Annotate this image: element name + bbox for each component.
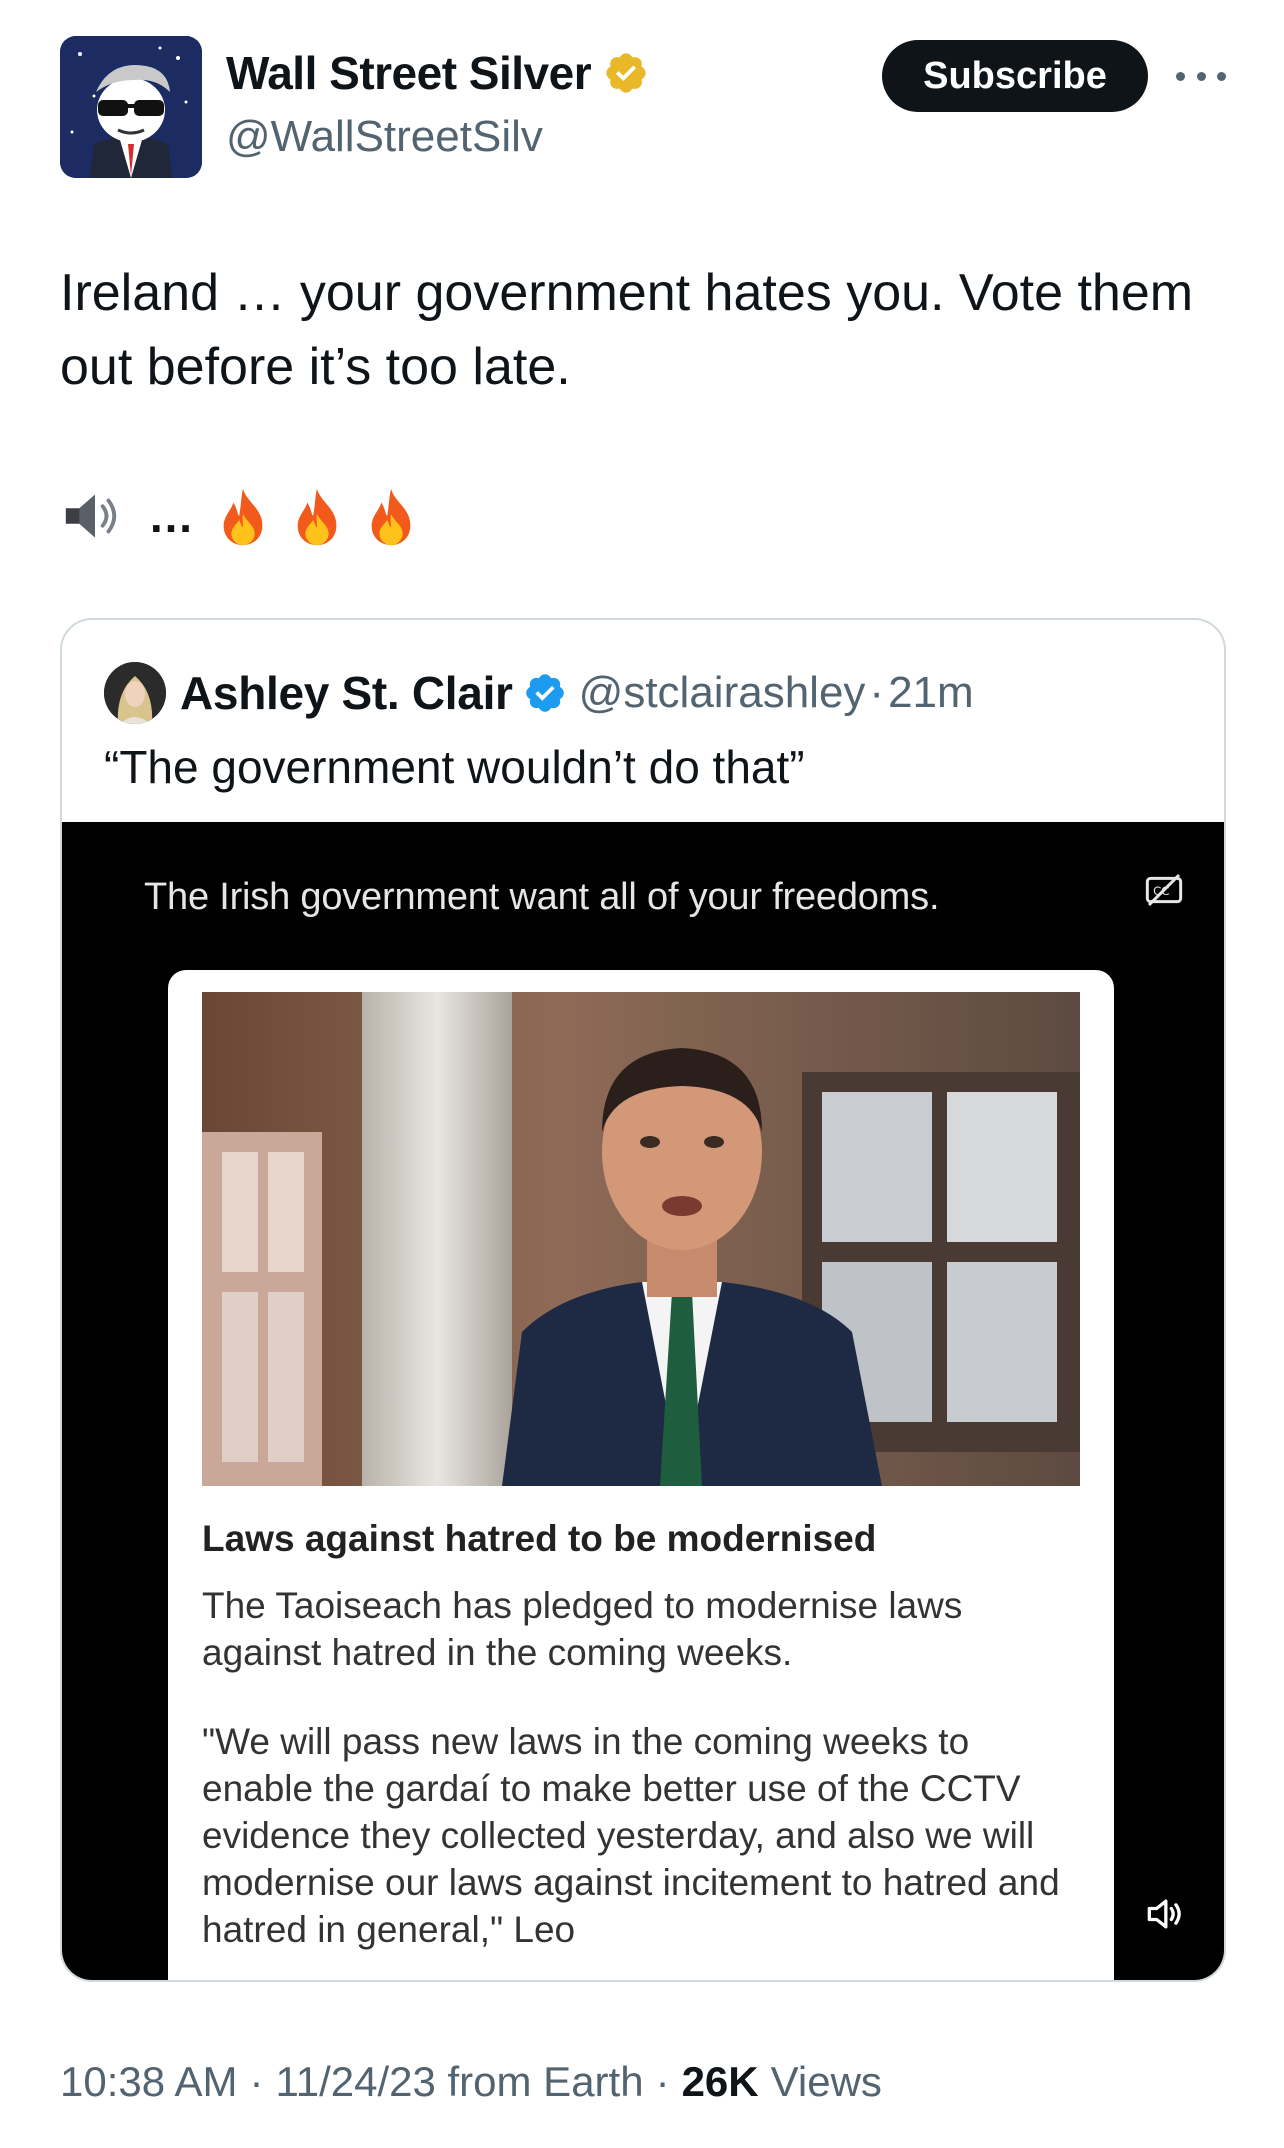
video-caption: The Irish government want all of your fr… (144, 876, 940, 918)
tweet-text: Ireland … your government hates you. Vot… (60, 264, 1194, 396)
author-name-row[interactable]: Wall Street Silver (226, 46, 649, 100)
tweet-metadata: 10:38 AM · 11/24/23 from Earth · 26K Vie… (60, 2058, 882, 2106)
verified-badge-blue-icon (525, 674, 564, 712)
tweet-header: Wall Street Silver @WallStreetSilv Subsc… (0, 0, 1284, 200)
article-paragraph: "We will pass new laws in the coming wee… (202, 1721, 1060, 1950)
quoted-author-handle[interactable]: @stclairashley·21m (579, 668, 974, 718)
article-title: Laws against hatred to be modernised (202, 1518, 877, 1559)
author-display-name[interactable]: Wall Street Silver (226, 46, 592, 100)
article-body: The Taoiseach has pledged to modernise l… (202, 1582, 1082, 1980)
author-handle[interactable]: @WallStreetSilv (226, 112, 543, 162)
quoted-author-avatar[interactable] (104, 662, 166, 724)
captions-off-icon[interactable]: CC (1144, 870, 1184, 910)
news-article-card: Laws against hatred to be modernised The… (168, 970, 1114, 1980)
speaker-emoji-icon (65, 494, 117, 538)
subscribe-button[interactable]: Subscribe (882, 40, 1148, 112)
video-player[interactable]: The Irish government want all of your fr… (62, 822, 1224, 1980)
separator-dot: · (655, 2058, 670, 2105)
emoji-ellipsis: … (148, 490, 194, 542)
views-label: Views (770, 2058, 882, 2105)
author-avatar[interactable] (60, 36, 202, 178)
verified-badge-gold-icon (606, 53, 646, 93)
fire-emoji-icon (371, 488, 411, 546)
tweet-emoji-line: … (60, 480, 434, 552)
more-options-icon[interactable] (1176, 56, 1226, 96)
quoted-tweet-text: “The government wouldn’t do that” (104, 741, 805, 793)
fire-emoji-icon (297, 488, 337, 546)
quoted-tweet[interactable]: Ashley St. Clair @stclairashley·21m “The… (60, 618, 1226, 1982)
article-paragraph: The Taoiseach has pledged to modernise l… (202, 1585, 963, 1673)
views-count[interactable]: 26K (682, 2058, 759, 2106)
separator-dot: · (249, 2058, 264, 2105)
volume-icon[interactable] (1142, 1892, 1186, 1936)
article-photo (202, 992, 1080, 1486)
tweet-date-source[interactable]: 11/24/23 from Earth (275, 2058, 643, 2106)
tweet-time[interactable]: 10:38 AM (60, 2058, 237, 2106)
quoted-tweet-time[interactable]: 21m (888, 668, 974, 717)
quoted-tweet-header: Ashley St. Clair @stclairashley·21m (104, 662, 974, 724)
fire-emoji-icon (223, 488, 263, 546)
quoted-author-display-name[interactable]: Ashley St. Clair (180, 666, 513, 720)
